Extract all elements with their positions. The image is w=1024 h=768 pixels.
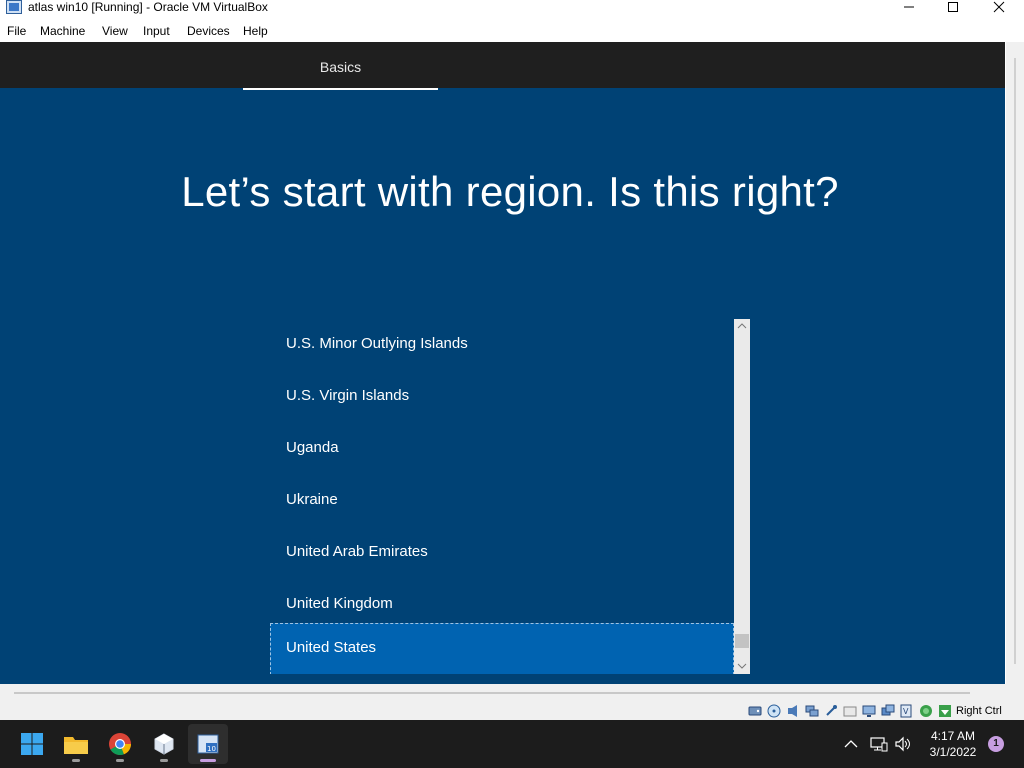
region-item-label: Uganda xyxy=(286,439,339,456)
tab-basics-label: Basics xyxy=(319,59,362,75)
vm-status-bar: V Right Ctrl xyxy=(0,702,1024,720)
usb-icon[interactable] xyxy=(824,704,838,718)
scrollbar-track[interactable] xyxy=(14,692,970,694)
windows-start-icon[interactable] xyxy=(12,724,52,764)
menu-input[interactable]: Input xyxy=(143,24,170,38)
region-item[interactable]: U.S. Virgin Islands xyxy=(270,371,734,423)
network-icon[interactable] xyxy=(869,734,889,754)
menu-help[interactable]: Help xyxy=(243,24,268,38)
page-title: Let’s start with region. Is this right? xyxy=(181,168,839,215)
recording-icon[interactable]: V xyxy=(899,704,913,718)
window-titlebar: atlas win10 [Running] - Oracle VM Virtua… xyxy=(0,0,1024,20)
running-indicator xyxy=(72,759,80,762)
region-item[interactable]: United Arab Emirates xyxy=(270,527,734,579)
menu-file[interactable]: File xyxy=(7,24,26,38)
minimize-icon[interactable] xyxy=(886,0,932,14)
menu-bar: File Machine View Input Devices Help xyxy=(0,20,1024,42)
region-item[interactable]: Uganda xyxy=(270,423,734,475)
menu-view[interactable]: View xyxy=(102,24,128,38)
virtualbox-vm-icon[interactable]: 10 xyxy=(188,724,228,764)
clock-date: 3/1/2022 xyxy=(929,745,977,759)
running-indicator xyxy=(200,759,216,762)
guest-display[interactable]: Basics Let’s start with region. Is this … xyxy=(0,42,1005,684)
clock-time: 4:17 AM xyxy=(930,729,976,743)
chrome-icon[interactable] xyxy=(100,724,140,764)
virtualbox-manager-icon[interactable] xyxy=(144,724,184,764)
vm-horizontal-scrollbar[interactable] xyxy=(0,684,1024,702)
running-indicator xyxy=(116,759,124,762)
virtualbox-app-icon xyxy=(6,0,22,14)
scrollbar-track[interactable] xyxy=(1014,58,1016,664)
region-item-label: United Kingdom xyxy=(286,595,393,612)
region-item-label: Ukraine xyxy=(286,491,338,508)
region-item-selected[interactable]: United States xyxy=(270,623,734,674)
region-item-label: United Arab Emirates xyxy=(286,543,428,560)
taskbar-clock[interactable]: 4:17 AM 3/1/2022 xyxy=(922,728,984,760)
display-icon[interactable] xyxy=(862,704,876,718)
running-indicator xyxy=(160,759,168,762)
scrollbar-thumb[interactable] xyxy=(735,634,749,648)
oobe-header: Basics xyxy=(0,42,1005,90)
vm-vertical-scrollbar[interactable] xyxy=(1006,42,1024,684)
chevron-up-icon[interactable] xyxy=(841,734,861,754)
shared-folders-icon[interactable] xyxy=(843,704,857,718)
region-item[interactable]: U.S. Minor Outlying Islands xyxy=(270,319,734,371)
region-item[interactable]: Ukraine xyxy=(270,475,734,527)
taskbar: 10 4:17 AM 3/1/2022 xyxy=(0,720,1024,768)
audio-icon[interactable] xyxy=(786,704,800,718)
video-capture-icon[interactable] xyxy=(881,704,895,718)
file-explorer-icon[interactable] xyxy=(56,724,96,764)
region-item-label: United States xyxy=(286,639,377,656)
region-list-scrollbar[interactable] xyxy=(734,319,750,674)
scroll-down-icon[interactable] xyxy=(734,659,750,673)
mouse-integration-icon[interactable] xyxy=(938,704,952,718)
region-item-label: U.S. Minor Outlying Islands xyxy=(286,335,468,352)
host-key-label[interactable]: Right Ctrl xyxy=(956,705,1002,717)
window-title: atlas win10 [Running] - Oracle VM Virtua… xyxy=(28,0,268,14)
scroll-up-icon[interactable] xyxy=(734,319,750,333)
maximize-icon[interactable] xyxy=(930,0,976,14)
region-item-label: U.S. Virgin Islands xyxy=(286,387,410,404)
hard-disk-icon[interactable] xyxy=(748,704,762,718)
region-list[interactable]: U.S. Minor Outlying Islands U.S. Virgin … xyxy=(270,319,734,674)
optical-drive-icon[interactable] xyxy=(767,704,781,718)
svg-text:10: 10 xyxy=(207,745,216,753)
svg-text:V: V xyxy=(903,707,909,716)
notification-badge[interactable]: 1 xyxy=(988,736,1004,752)
menu-machine[interactable]: Machine xyxy=(40,24,85,38)
close-icon[interactable] xyxy=(976,0,1022,14)
menu-devices[interactable]: Devices xyxy=(187,24,230,38)
tab-basics: Basics xyxy=(243,42,438,90)
network-icon[interactable] xyxy=(805,704,819,718)
cpu-icon[interactable] xyxy=(919,704,933,718)
speaker-icon[interactable] xyxy=(893,734,913,754)
tab-active-indicator xyxy=(243,88,438,90)
